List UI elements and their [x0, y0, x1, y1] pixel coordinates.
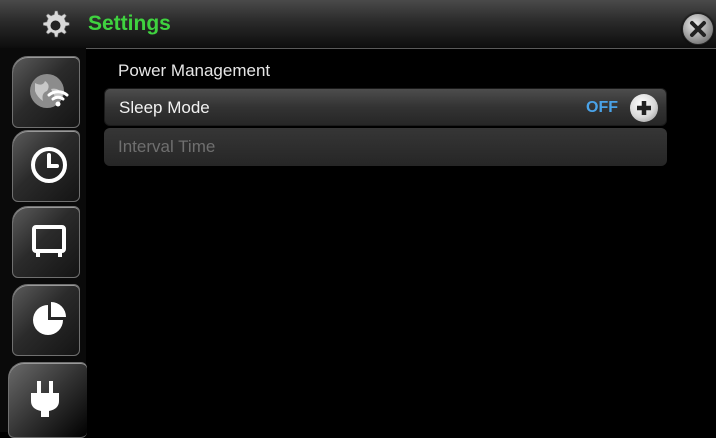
tab-network[interactable] — [12, 56, 80, 128]
section-title: Power Management — [118, 61, 271, 80]
page-title: Settings — [88, 12, 171, 35]
interval-time-row: Interval Time — [104, 128, 667, 166]
gear-icon — [38, 8, 72, 42]
tab-time[interactable] — [12, 130, 80, 202]
clock-icon — [27, 143, 71, 187]
close-icon — [690, 21, 706, 37]
globe-wifi-icon — [27, 69, 71, 113]
sidebar — [0, 48, 87, 438]
plus-icon — [637, 101, 651, 115]
title-bar: Settings — [0, 0, 716, 49]
tab-display[interactable] — [12, 206, 80, 278]
sleep-mode-row[interactable]: Sleep Mode OFF — [104, 88, 667, 126]
interval-time-label: Interval Time — [118, 137, 216, 156]
close-button[interactable] — [682, 13, 714, 45]
monitor-icon — [27, 219, 71, 263]
tab-storage[interactable] — [12, 284, 80, 356]
increment-button[interactable] — [630, 94, 658, 122]
sleep-mode-value: OFF — [586, 99, 618, 116]
power-plug-icon — [23, 375, 67, 419]
sleep-mode-label: Sleep Mode — [119, 98, 210, 117]
tab-power[interactable] — [8, 362, 87, 438]
pie-chart-icon — [27, 297, 71, 341]
